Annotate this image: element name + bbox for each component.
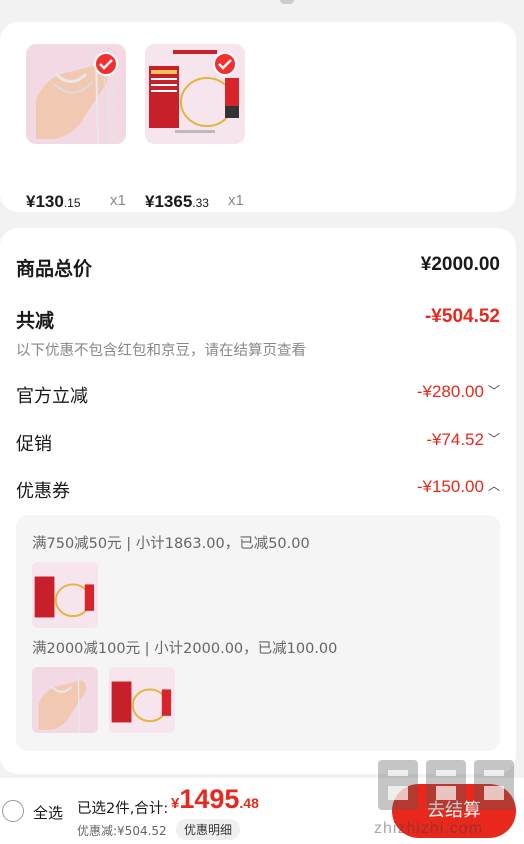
discount-note: 以下优惠不包含红包和京豆，请在结算页查看 (16, 343, 306, 359)
total-reduction-value: -¥504.52 (424, 306, 500, 327)
total-price-label: 商品总价 (16, 258, 93, 280)
select-all-radio[interactable] (2, 800, 24, 822)
select-all-label[interactable]: 全选 (33, 802, 63, 823)
official-discount-label: 官方立减 (16, 386, 88, 407)
product-image-bracelet[interactable] (26, 44, 126, 144)
selected-products-card: ¥130.15 x1 ¥1365.33 x1 (0, 22, 516, 212)
coupon-rule: 满2000减100元 | 小计2000.00，已减100.00 (32, 641, 338, 657)
total-price-value: ¥2000.00 (420, 254, 500, 275)
promotion-row[interactable]: -¥74.52 ﹀ (426, 430, 500, 450)
product-quantity: x1 (110, 192, 126, 209)
gold-bracelet-illustration (109, 667, 175, 733)
coupon-product-thumb (109, 667, 175, 733)
coupon-rule: 满750减50元 | 小计1863.00，已减50.00 (32, 536, 310, 552)
product-image-gold-bracelet[interactable] (145, 44, 245, 144)
coupon-product-thumb (32, 667, 98, 733)
coupon-product-thumb (32, 562, 98, 628)
price-summary-card: 商品总价 ¥2000.00 共减 -¥504.52 以下优惠不包含红包和京豆，请… (0, 228, 516, 774)
selected-check-icon[interactable] (94, 52, 118, 76)
selected-count-text: 已选2件,合计: (77, 801, 169, 817)
product-price: ¥1365.33 (145, 192, 209, 211)
total-amount: ¥1495.48 (171, 784, 259, 814)
watermark-text: zhizhizhi.com (374, 820, 484, 837)
discount-summary: 优惠减:¥504.52 (77, 824, 167, 838)
product-price: ¥130.15 (26, 192, 81, 211)
chevron-down-icon[interactable]: ﹀ (488, 430, 500, 447)
product-quantity: x1 (228, 192, 244, 209)
selected-check-icon[interactable] (213, 52, 237, 76)
coupon-details: 满750减50元 | 小计1863.00，已减50.00 满2000减100元 … (16, 515, 500, 751)
gold-bracelet-illustration (32, 562, 98, 628)
chevron-up-icon[interactable]: ︿ (488, 477, 500, 494)
top-edge-indicator (280, 0, 294, 4)
hand-bracelet-illustration (32, 667, 98, 733)
chevron-down-icon[interactable]: ﹀ (488, 382, 500, 399)
coupon-row[interactable]: -¥150.00 ︿ (417, 477, 500, 497)
discount-detail-button[interactable]: 优惠明细 (176, 819, 241, 840)
promotion-label: 促销 (16, 434, 52, 455)
total-reduction-label: 共减 (16, 310, 55, 332)
coupon-label: 优惠券 (16, 481, 70, 502)
official-discount-row[interactable]: -¥280.00 ﹀ (417, 382, 500, 402)
